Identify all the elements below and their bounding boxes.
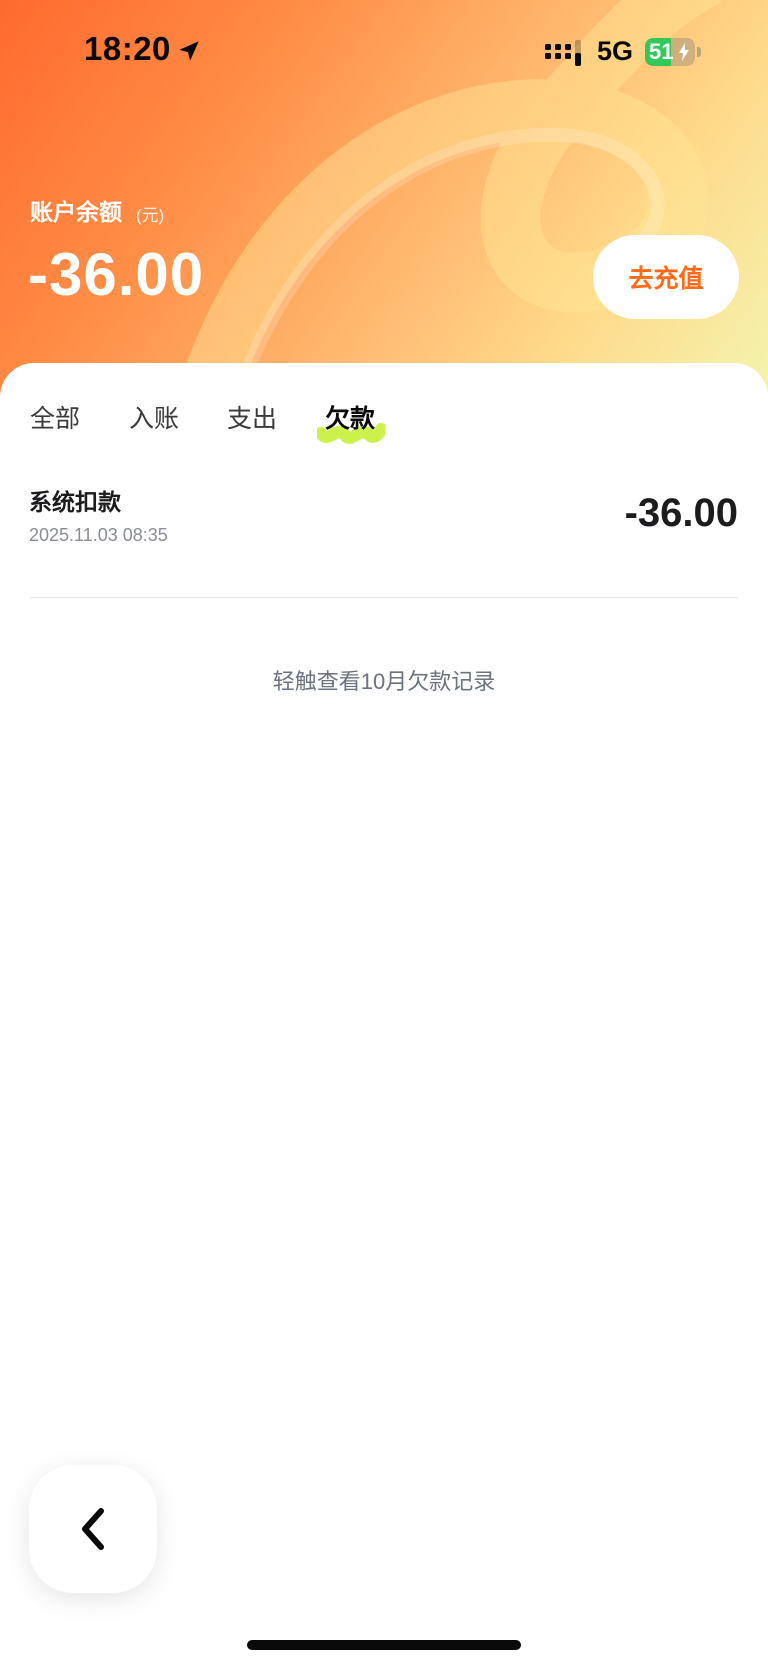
back-button[interactable] [29,1465,157,1593]
balance-value: -36.00 [28,241,205,308]
tab-income[interactable]: 入账 [129,399,179,435]
recharge-button[interactable]: 去充值 [593,235,739,319]
record-title: 系统扣款 [29,489,121,515]
list-item[interactable]: 系统扣款 2025.11.03 08:35 -36.00 [0,483,768,601]
chevron-left-icon [82,1508,104,1550]
home-indicator [247,1640,521,1650]
network-label: 5G [597,36,634,66]
signal-icon [545,40,581,66]
battery-indicator: 51 [645,38,701,66]
divider [30,597,738,598]
history-link[interactable]: 轻触查看10月欠款记录 [0,664,768,696]
filter-tabs: 全部 入账 支出 欠款 [0,363,768,473]
location-arrow-icon [179,41,199,61]
balance-label: 账户余额 [30,199,122,225]
record-amount: -36.00 [624,491,738,535]
tab-expense[interactable]: 支出 [227,399,277,435]
tab-all[interactable]: 全部 [30,399,80,435]
status-time: 18:20 [84,30,171,67]
battery-label: 51 [649,39,674,64]
status-bar: 18:20 5G 51 [0,0,768,100]
battery-charging-icon [679,43,689,61]
balance-unit: (元) [136,206,165,225]
record-time: 2025.11.03 08:35 [29,525,168,545]
tab-debt[interactable]: 欠款 [325,399,375,435]
